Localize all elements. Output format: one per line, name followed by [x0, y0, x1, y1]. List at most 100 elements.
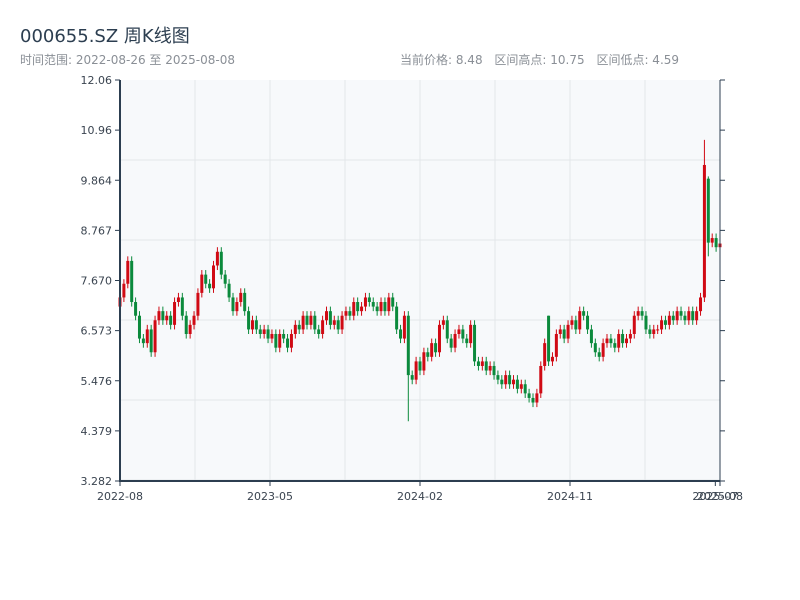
- candle-body: [301, 315, 305, 330]
- candle-body: [706, 178, 710, 243]
- y-tick-label: 7.670: [81, 275, 113, 288]
- candle-body: [208, 283, 212, 289]
- candle-body: [527, 393, 531, 398]
- candle-body: [504, 375, 508, 385]
- candle-body: [582, 311, 586, 316]
- candle-body: [391, 297, 395, 307]
- candle-body: [519, 384, 523, 389]
- candle-body: [437, 324, 441, 353]
- candle-body: [574, 320, 578, 330]
- candle-body: [387, 297, 391, 312]
- candle-body: [274, 333, 278, 348]
- candle-body: [531, 397, 535, 403]
- candle-body: [624, 338, 628, 344]
- candle-body: [476, 361, 480, 366]
- candle: [212, 260, 216, 293]
- candle-body: [324, 311, 328, 321]
- candle-body: [593, 343, 597, 353]
- y-tick-label: 3.282: [81, 475, 113, 488]
- candle-body: [422, 352, 426, 371]
- candle-body: [196, 292, 200, 316]
- candle-body: [492, 365, 496, 376]
- candle-body: [496, 375, 500, 380]
- candle-body: [617, 333, 621, 348]
- candle-body: [204, 274, 208, 284]
- candle-body: [173, 302, 177, 325]
- x-tick-label: 2024-02: [397, 490, 443, 503]
- candle-body: [141, 338, 145, 344]
- candle-body: [309, 315, 313, 325]
- candle-body: [702, 164, 706, 298]
- candle-body: [589, 329, 593, 344]
- candle-body: [699, 297, 703, 312]
- candle-body: [562, 329, 566, 339]
- candle-body: [445, 320, 449, 339]
- candle-body: [282, 333, 286, 339]
- y-tick-label: 5.476: [81, 375, 113, 388]
- candle-body: [667, 315, 671, 325]
- y-tick-label: 6.573: [81, 325, 113, 338]
- candle-body: [695, 311, 699, 321]
- candle-body: [169, 315, 173, 325]
- candle-body: [130, 260, 134, 303]
- candle: [219, 247, 223, 280]
- candle-body: [515, 379, 519, 389]
- candle-body: [508, 375, 512, 385]
- x-tick-label: 2023-05: [247, 490, 293, 503]
- candle-body: [340, 315, 344, 330]
- candle-body: [640, 311, 644, 316]
- candle: [473, 320, 477, 366]
- candle-body: [293, 324, 297, 334]
- candle-body: [547, 315, 551, 362]
- candle-body: [628, 333, 632, 339]
- candle: [554, 329, 558, 362]
- candle-body: [601, 343, 605, 357]
- candle-body: [663, 320, 667, 325]
- x-tick-label: 2024-11: [547, 490, 593, 503]
- candle: [547, 315, 551, 366]
- candle-body: [145, 329, 149, 344]
- candle-body: [176, 297, 180, 303]
- candle-body: [554, 333, 558, 357]
- candle-body: [570, 320, 574, 325]
- candle-body: [286, 338, 290, 348]
- candle-body: [500, 379, 504, 385]
- candle-body: [332, 320, 336, 325]
- candle-body: [402, 315, 406, 339]
- candle-body: [414, 361, 418, 380]
- candle-body: [321, 320, 325, 334]
- candle-body: [578, 311, 582, 330]
- candle-body: [258, 329, 262, 334]
- candle-body: [212, 265, 216, 289]
- y-tick-label: 12.06: [81, 74, 113, 87]
- candle-body: [418, 361, 422, 371]
- candle-body: [262, 329, 266, 334]
- candle-body: [621, 333, 625, 344]
- candle-body: [305, 315, 309, 325]
- candle-body: [270, 333, 274, 339]
- candle-body: [512, 379, 516, 385]
- candle-body: [399, 329, 403, 339]
- y-tick-label: 9.864: [81, 174, 113, 187]
- candle-body: [219, 251, 223, 275]
- candle-body: [675, 311, 679, 321]
- candle-body: [243, 292, 247, 312]
- candle-body: [683, 315, 687, 321]
- candle-body: [192, 315, 196, 325]
- candle-body: [254, 320, 258, 330]
- candle-body: [484, 361, 488, 371]
- candle-body: [539, 365, 543, 394]
- candle-body: [687, 311, 691, 321]
- candle-body: [652, 329, 656, 334]
- candle-body: [149, 329, 153, 353]
- candle-body: [180, 297, 184, 316]
- candle-body: [336, 320, 340, 330]
- candle-body: [235, 302, 239, 312]
- candle-body: [231, 297, 235, 312]
- candle-body: [367, 297, 371, 303]
- y-tick-label: 10.96: [81, 124, 113, 137]
- candle-body: [523, 384, 527, 394]
- y-tick-label: 4.379: [81, 425, 113, 438]
- candle-body: [535, 393, 539, 403]
- candle-body: [430, 343, 434, 357]
